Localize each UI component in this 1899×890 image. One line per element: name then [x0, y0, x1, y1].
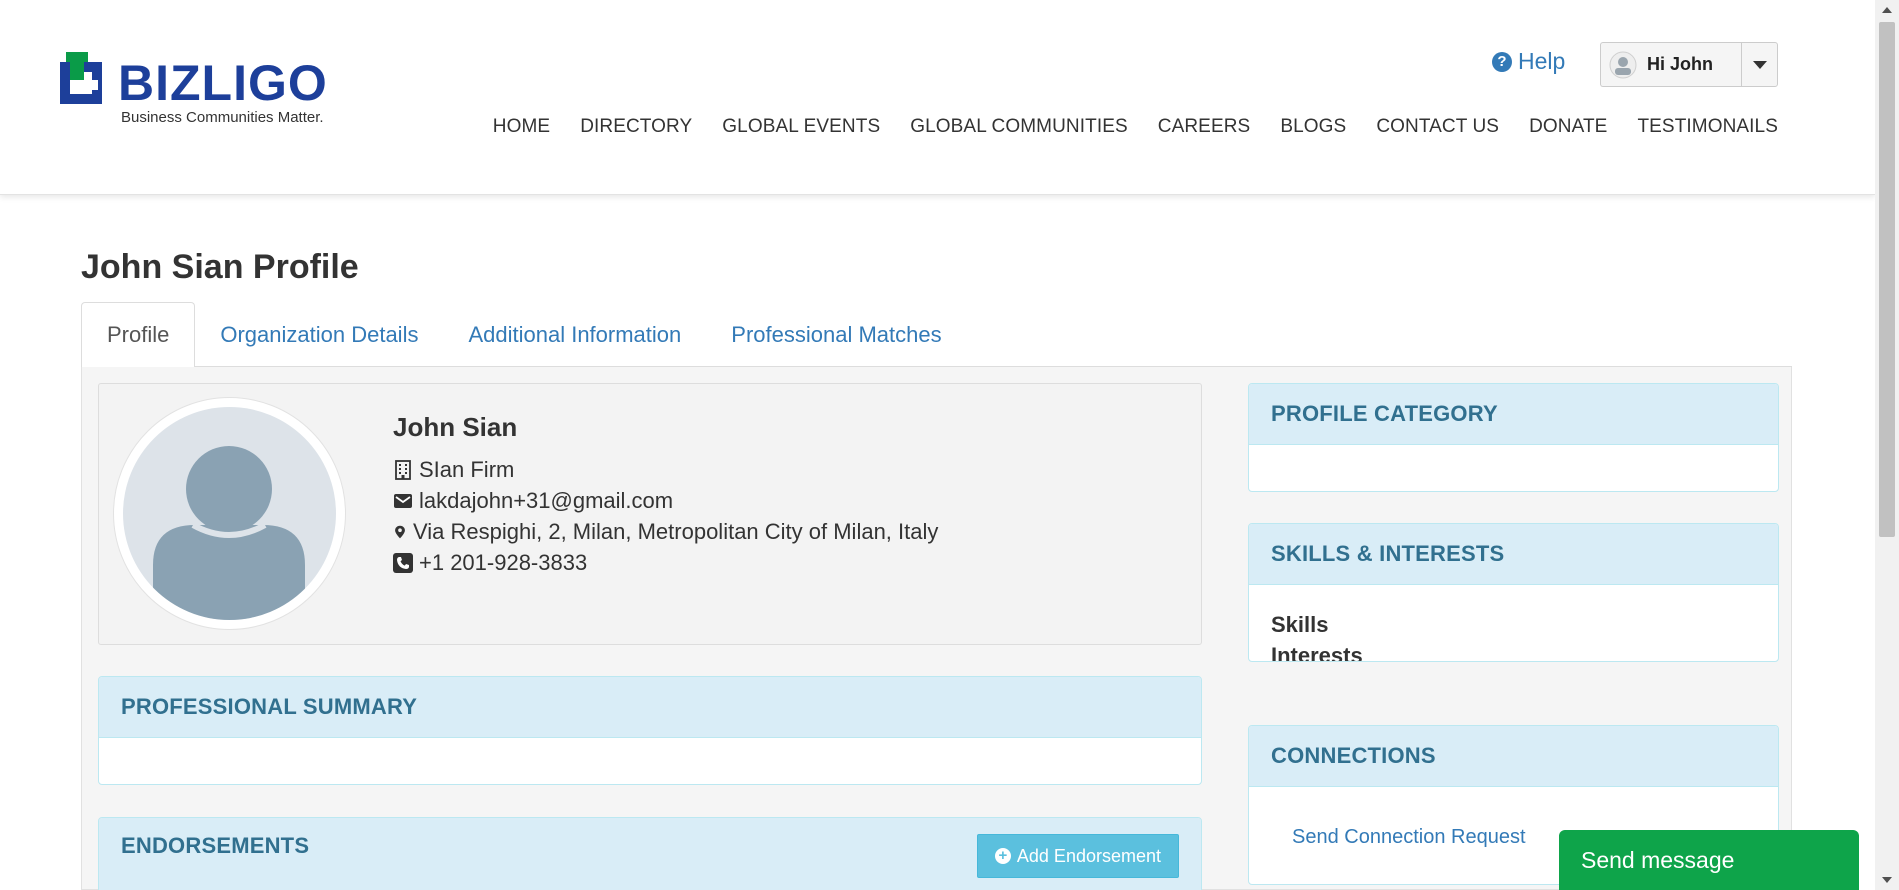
address-line: Via Respighi, 2, Milan, Metropolitan Cit…	[393, 519, 938, 545]
user-menu: Hi John	[1600, 42, 1778, 87]
nav-directory[interactable]: DIRECTORY	[565, 116, 707, 138]
endorsements-title: ENDORSEMENTS	[121, 833, 310, 858]
connections-title: CONNECTIONS	[1249, 726, 1778, 787]
professional-summary-title: PROFESSIONAL SUMMARY	[99, 677, 1201, 738]
nav-testimonials[interactable]: TESTIMONAILS	[1622, 116, 1778, 138]
send-connection-request-link[interactable]: Send Connection Request	[1292, 826, 1526, 849]
add-endorsement-button[interactable]: + Add Endorsement	[976, 834, 1179, 878]
phone-icon	[393, 553, 413, 573]
site-header: BIZLIGO Business Communities Matter. ? H…	[0, 0, 1875, 195]
email-value: lakdajohn+31@gmail.com	[419, 488, 674, 513]
logo-mark-icon	[60, 52, 102, 104]
default-avatar-icon	[123, 407, 336, 620]
nav-home[interactable]: HOME	[478, 116, 565, 138]
add-endorsement-label: Add Endorsement	[1016, 845, 1161, 866]
send-message-button[interactable]: Send message	[1559, 830, 1859, 890]
caret-down-icon	[1752, 60, 1767, 69]
page-scrollbar[interactable]	[1875, 0, 1899, 890]
tab-profile[interactable]: Profile	[81, 302, 196, 368]
user-avatar-icon	[1609, 51, 1637, 78]
professional-summary-panel: PROFESSIONAL SUMMARY	[98, 676, 1202, 785]
skills-interests-body: Skills Interests	[1249, 585, 1778, 662]
user-menu-button[interactable]: Hi John	[1600, 42, 1741, 87]
help-link[interactable]: ? Help	[1492, 48, 1565, 75]
interests-label: Interests	[1271, 643, 1363, 662]
main-nav: HOME DIRECTORY GLOBAL EVENTS GLOBAL COMM…	[478, 116, 1778, 138]
nav-contact-us[interactable]: CONTACT US	[1361, 116, 1514, 138]
tab-organization-details[interactable]: Organization Details	[195, 302, 443, 367]
address-value: Via Respighi, 2, Milan, Metropolitan Cit…	[413, 519, 939, 544]
email-line: lakdajohn+31@gmail.com	[393, 488, 673, 514]
plus-circle-icon: +	[994, 848, 1011, 864]
scroll-down-arrow-icon[interactable]	[1882, 877, 1892, 883]
bizligo-logo[interactable]: BIZLIGO Business Communities Matter.	[60, 52, 340, 132]
building-icon	[395, 460, 411, 480]
tab-additional-information[interactable]: Additional Information	[443, 302, 706, 367]
nav-global-communities[interactable]: GLOBAL COMMUNITIES	[895, 116, 1143, 138]
company-line: SIan Firm	[393, 457, 514, 483]
logo-tagline: Business Communities Matter.	[121, 109, 324, 126]
envelope-icon	[394, 494, 412, 508]
endorsements-panel: ENDORSEMENTS + Add Endorsement	[98, 817, 1202, 890]
profile-tabs: Profile Organization Details Additional …	[81, 302, 1792, 368]
nav-global-events[interactable]: GLOBAL EVENTS	[707, 116, 895, 138]
phone-value: +1 201-928-3833	[419, 550, 588, 575]
scrollbar-thumb[interactable]	[1879, 22, 1895, 537]
profile-category-panel: PROFILE CATEGORY	[1248, 383, 1779, 492]
profile-card: John Sian SIan Firm lakdajohn+31@gmail.c…	[98, 383, 1202, 645]
nav-donate[interactable]: DONATE	[1514, 116, 1622, 138]
profile-content: John Sian SIan Firm lakdajohn+31@gmail.c…	[81, 367, 1792, 890]
avatar	[113, 397, 346, 630]
skills-interests-panel: SKILLS & INTERESTS Skills Interests	[1248, 523, 1779, 662]
user-greeting: Hi John	[1647, 54, 1713, 74]
skills-interests-title: SKILLS & INTERESTS	[1249, 524, 1778, 585]
profile-category-title: PROFILE CATEGORY	[1249, 384, 1778, 445]
profile-name: John Sian	[393, 412, 518, 442]
phone-line: +1 201-928-3833	[393, 550, 587, 576]
map-marker-icon	[395, 525, 405, 539]
question-circle-icon: ?	[1492, 51, 1512, 72]
help-label: Help	[1518, 48, 1566, 74]
user-menu-toggle[interactable]	[1741, 42, 1778, 87]
page-title: John Sian Profile	[81, 248, 359, 286]
skills-label: Skills	[1271, 612, 1329, 637]
company-name: SIan Firm	[419, 457, 515, 482]
tab-professional-matches[interactable]: Professional Matches	[706, 302, 966, 367]
scroll-up-arrow-icon[interactable]	[1882, 7, 1892, 13]
logo-wordmark: BIZLIGO	[118, 55, 328, 111]
nav-blogs[interactable]: BLOGS	[1265, 116, 1361, 138]
nav-careers[interactable]: CAREERS	[1143, 116, 1266, 138]
